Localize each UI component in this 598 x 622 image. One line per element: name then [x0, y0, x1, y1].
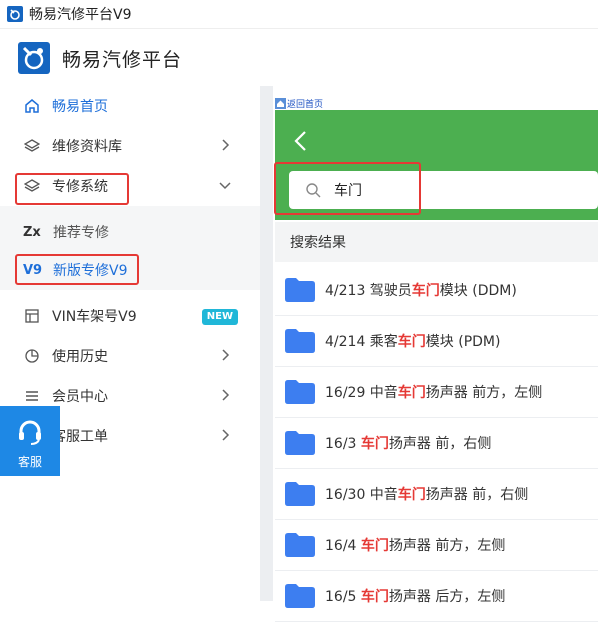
- vin-card-icon: [24, 308, 40, 324]
- chevron-right-icon: [222, 139, 230, 151]
- folder-icon: [285, 584, 315, 608]
- folder-icon: [285, 278, 315, 302]
- chevron-right-icon: [222, 349, 230, 361]
- app-icon: [7, 6, 23, 22]
- sidebar-item-label: 会员中心: [52, 389, 108, 405]
- menu-lines-icon: [24, 388, 40, 404]
- customer-service-label: 客服: [17, 455, 42, 469]
- result-item[interactable]: 16/5 车门扬声器 后方，左侧: [275, 571, 598, 622]
- result-item[interactable]: 16/3 车门扬声器 前，右侧: [275, 418, 598, 469]
- sidebar-item-label: VIN车架号V9: [52, 309, 137, 325]
- results-header: 搜索结果: [275, 222, 598, 262]
- sidebar-item-history[interactable]: 使用历史: [0, 336, 260, 376]
- result-item[interactable]: 16/29 中音车门扬声器 前方，左侧: [275, 367, 598, 418]
- result-text: 16/5 车门扬声器 后方，左侧: [325, 589, 506, 605]
- submenu-code: Zx: [23, 224, 41, 240]
- annotation-box-new-v9: [15, 254, 139, 285]
- brand-header: 畅易汽修平台: [18, 42, 182, 74]
- result-text: 16/3 车门扬声器 前，右侧: [325, 436, 492, 452]
- result-item[interactable]: 4/213 驾驶员车门模块 (DDM): [275, 265, 598, 316]
- sidebar: 畅易首页 维修资料库 专修系统 Zx 推荐专修 V9 新版专修V9 VIN车架号…: [0, 86, 260, 601]
- annotation-box-search: [274, 162, 421, 215]
- window-title: 畅易汽修平台V9: [29, 7, 132, 23]
- window-title-bar: 畅易汽修平台V9: [0, 0, 598, 29]
- new-badge: NEW: [201, 309, 238, 325]
- back-home-label: 返回首页: [287, 99, 324, 110]
- folder-icon: [285, 533, 315, 557]
- annotation-box-special-repair: [15, 173, 129, 205]
- sidebar-item-label: 维修资料库: [52, 139, 122, 155]
- result-item[interactable]: 16/30 中音车门扬声器 前，右侧: [275, 469, 598, 520]
- submenu-label: 推荐专修: [53, 225, 109, 241]
- brand-logo-icon: [18, 42, 50, 74]
- pie-chart-icon: [24, 348, 40, 364]
- chevron-right-icon: [222, 389, 230, 401]
- folder-icon: [285, 329, 315, 353]
- result-text: 16/30 中音车门扬声器 前，右侧: [325, 487, 529, 503]
- sidebar-item-repair-library[interactable]: 维修资料库: [0, 126, 260, 166]
- brand-name: 畅易汽修平台: [62, 48, 183, 71]
- layers-icon: [24, 138, 40, 154]
- result-text: 4/213 驾驶员车门模块 (DDM): [325, 283, 517, 299]
- folder-icon: [285, 431, 315, 455]
- home-icon: [275, 97, 286, 109]
- headset-icon: [19, 420, 41, 445]
- sidebar-item-home[interactable]: 畅易首页: [0, 86, 260, 126]
- sidebar-item-vin[interactable]: VIN车架号V9 NEW: [0, 296, 260, 336]
- submenu-item-recommended[interactable]: Zx 推荐专修: [0, 212, 260, 252]
- sidebar-item-label: 使用历史: [52, 349, 108, 365]
- sidebar-item-label: 畅易首页: [52, 99, 108, 115]
- folder-icon: [285, 482, 315, 506]
- result-text: 4/214 乘客车门模块 (PDM): [325, 334, 501, 350]
- result-item[interactable]: 16/4 车门扬声器 前方，左侧: [275, 520, 598, 571]
- result-item[interactable]: 4/214 乘客车门模块 (PDM): [275, 316, 598, 367]
- back-home-link[interactable]: 返回首页: [275, 96, 323, 110]
- folder-icon: [285, 380, 315, 404]
- home-icon: [24, 98, 40, 114]
- back-arrow-icon[interactable]: [293, 130, 309, 152]
- sidebar-item-label: 客服工单: [52, 429, 108, 445]
- chevron-right-icon: [222, 429, 230, 441]
- results-header-label: 搜索结果: [290, 235, 346, 251]
- result-text: 16/29 中音车门扬声器 前方，左侧: [325, 385, 543, 401]
- chevron-down-icon: [219, 182, 231, 190]
- customer-service-button[interactable]: 客服: [0, 406, 60, 476]
- result-text: 16/4 车门扬声器 前方，左侧: [325, 538, 506, 554]
